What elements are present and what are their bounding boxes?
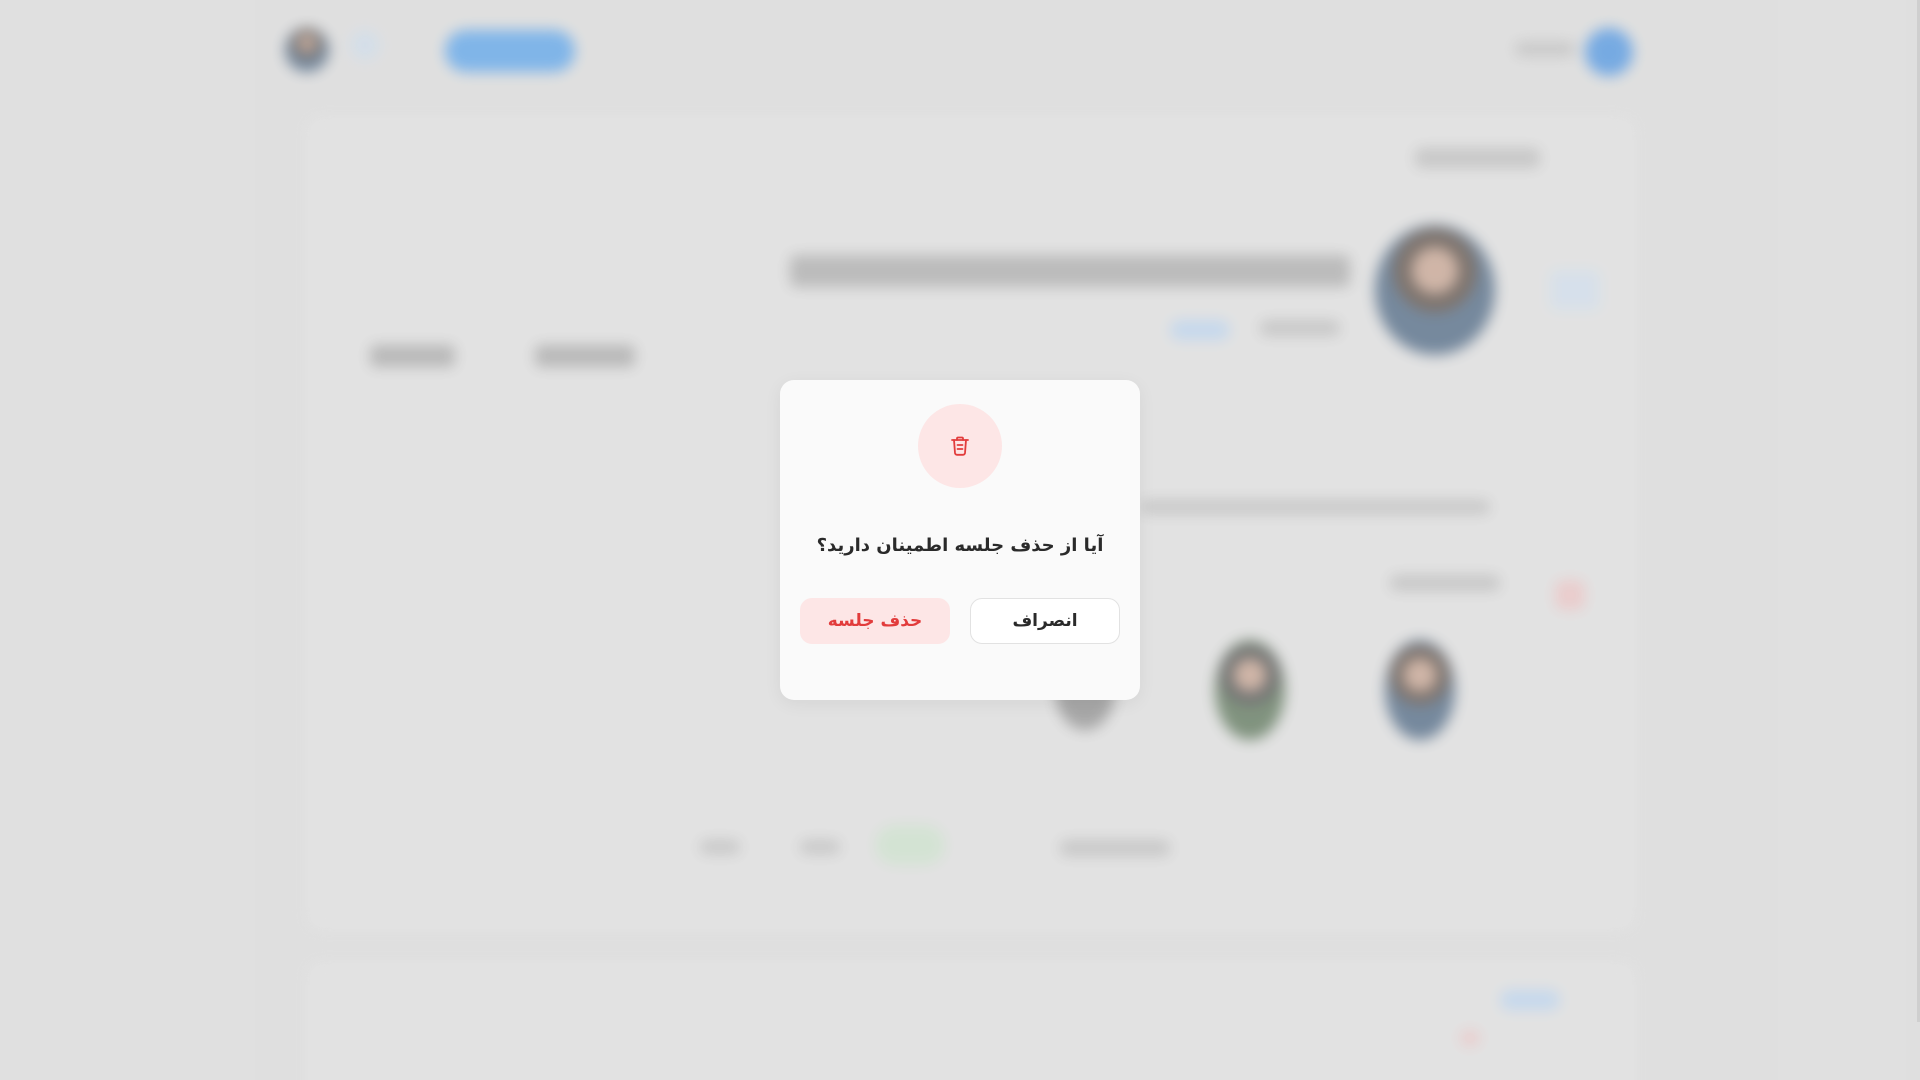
dialog-question: آیا از حذف جلسه اطمینان دارید؟: [816, 535, 1104, 556]
delete-confirmation-dialog: آیا از حذف جلسه اطمینان دارید؟ انصراف حذ…: [780, 380, 1140, 700]
cancel-button[interactable]: انصراف: [970, 598, 1120, 644]
page: آیا از حذف جلسه اطمینان دارید؟ انصراف حذ…: [0, 0, 1920, 1080]
trash-icon: [918, 404, 1002, 488]
delete-session-button[interactable]: حذف جلسه: [800, 598, 950, 644]
